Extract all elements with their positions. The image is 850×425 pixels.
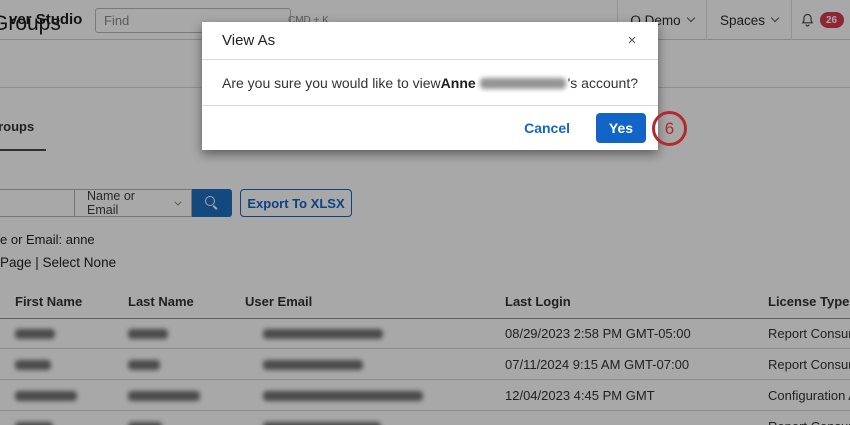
redacted-name [480, 78, 566, 89]
subject-name: Anne [441, 75, 476, 91]
message-prefix: Are you sure you would like to view [222, 75, 441, 91]
dialog-header: View As × [202, 22, 658, 60]
yes-button[interactable]: Yes [596, 113, 646, 143]
view-as-dialog: View As × Are you sure you would like to… [202, 22, 658, 150]
app-window: ver Studio CMD + K Q Demo Spaces 26 Grou… [0, 0, 850, 425]
message-suffix: 's account? [568, 75, 638, 91]
dialog-message: Are you sure you would like to view Anne… [202, 60, 658, 106]
dialog-footer: Cancel Yes [202, 106, 658, 149]
cancel-button[interactable]: Cancel [524, 120, 570, 136]
close-icon[interactable]: × [622, 31, 642, 51]
annotation-step-marker: 6 [652, 111, 687, 146]
dialog-title: View As [222, 32, 275, 49]
